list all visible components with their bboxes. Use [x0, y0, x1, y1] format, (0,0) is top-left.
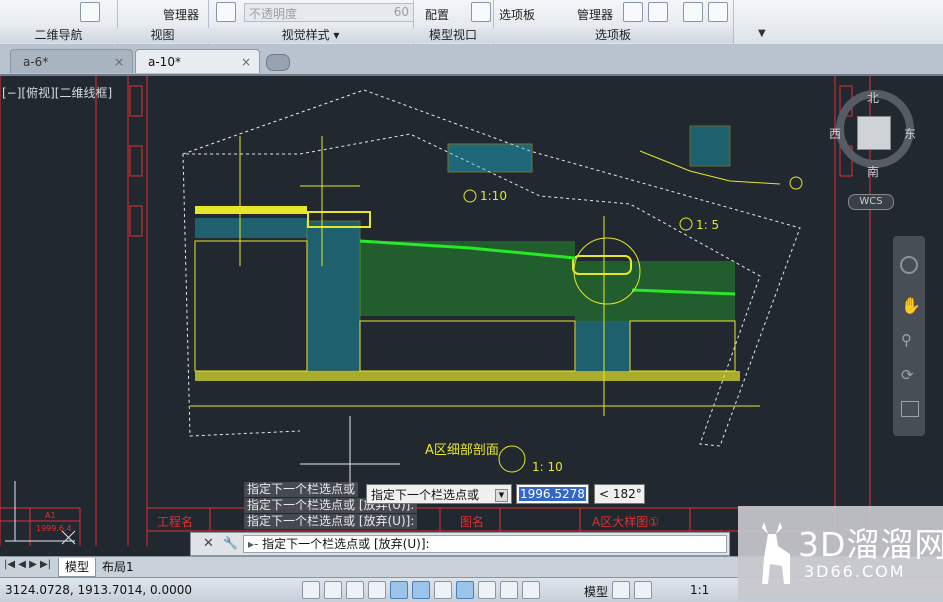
pin-icon[interactable] [683, 2, 703, 22]
viewcube-top-face[interactable] [857, 116, 891, 150]
grid-icon[interactable] [346, 581, 364, 599]
polar-icon[interactable] [390, 581, 408, 599]
opacity-slider[interactable]: 不透明度 60 [244, 3, 414, 22]
cursor-coordinates: 3124.0728, 1913.7014, 0.0000 [5, 583, 193, 597]
deer-logo-icon [762, 522, 790, 584]
snap-icon[interactable] [324, 581, 342, 599]
opacity-value: 60 [393, 5, 409, 19]
tab-label: a-6* [23, 55, 49, 69]
config-label[interactable]: 配置 [425, 6, 449, 23]
dynamic-prompt: 指定下一个栏选点或 ▼ [366, 484, 512, 504]
tab-model[interactable]: 模型 [58, 558, 97, 577]
watermark: 3D溜溜网 3D66.COM [738, 506, 943, 601]
zoom-extents-icon[interactable]: ⚲ [901, 331, 912, 349]
section-scale: 1: 10 [532, 460, 563, 474]
tab-scroll-icons[interactable]: |◀ ◀ ▶ ▶| [4, 559, 51, 570]
command-history-line: 指定下一个栏选点或 [244, 482, 359, 497]
light-icon[interactable] [708, 2, 728, 22]
tab-label: a-10* [148, 55, 181, 69]
ribbon-section-visual-style: 不透明度 60 视觉样式 ▾ [208, 0, 414, 44]
command-line: ✕ 🔧 ▸- 指定下一个栏选点或 [放弃(U)]: [190, 532, 730, 556]
quick-view-layouts-icon[interactable] [612, 581, 630, 599]
markup-icon[interactable] [648, 2, 668, 22]
tab-a-10[interactable]: a-10* × [135, 49, 260, 73]
section-structure [5, 125, 803, 545]
drawing-label: 图名 [460, 514, 484, 529]
dyn-icon[interactable] [478, 581, 496, 599]
infer-icon[interactable] [302, 581, 320, 599]
calculator-icon[interactable] [623, 2, 643, 22]
orbit-icon[interactable]: ⟳ [901, 366, 914, 384]
chevron-down-icon[interactable]: ▼ [495, 489, 508, 502]
close-icon[interactable]: × [241, 50, 251, 74]
length-input[interactable]: 1996.5278 [516, 484, 589, 504]
length-value: 1996.5278 [519, 487, 586, 501]
otrack-icon[interactable] [434, 581, 452, 599]
visual-style-title: 视觉样式 [281, 28, 330, 42]
opacity-placeholder: 不透明度 [249, 7, 298, 21]
ribbon-section-viewport: 配置 模型视口 [413, 0, 494, 44]
close-icon[interactable]: ✕ [203, 536, 214, 551]
annotation-scale[interactable]: 1:1 [690, 583, 709, 597]
compass-south[interactable]: 南 [867, 163, 879, 180]
command-prompt-icon: ▸- [248, 537, 263, 551]
wcs-menu[interactable]: WCS [848, 194, 894, 210]
osnap-icon[interactable] [412, 581, 430, 599]
dynamic-prompt-text: 指定下一个栏选点或 [371, 488, 480, 502]
title-block-date: 1999.6.4 [36, 524, 72, 533]
compass-west[interactable]: 西 [829, 125, 841, 142]
showmotion-icon[interactable] [901, 401, 919, 417]
ribbon-section-title: 选项板 [493, 28, 733, 43]
steering-wheel-icon[interactable] [900, 256, 918, 274]
model-space-toggle[interactable]: 模型 [584, 583, 608, 600]
drawing-name: A区大样图① [592, 514, 659, 529]
command-prompt-text: 指定下一个栏选点或 [放弃(U)]: [262, 537, 430, 551]
new-tab-button[interactable] [266, 54, 290, 71]
pan-icon[interactable]: ✋ [901, 296, 921, 315]
palette-label[interactable]: 选项板 [499, 6, 535, 23]
ribbon-section-title: 二维导航 [0, 28, 117, 43]
ribbon-expand-icon[interactable]: ▼ [758, 28, 766, 39]
ribbon-section-nav: 二维导航 [0, 0, 118, 44]
compass-north[interactable]: 北 [867, 89, 879, 106]
ribbon-section-title: 视图 [117, 28, 208, 43]
viewport-controls[interactable]: [−][俯视][二维线框] [2, 84, 112, 101]
ribbon-section-title[interactable]: 视觉样式 ▾ [208, 28, 413, 43]
title-block-sheet: A1 [45, 511, 56, 520]
sheet-manager-label[interactable]: 管理器 [577, 6, 613, 23]
tab-a-6[interactable]: a-6* × [10, 49, 133, 73]
zoom-icon[interactable] [80, 2, 100, 22]
watermark-title: 3D溜溜网 [798, 525, 943, 564]
close-icon[interactable]: × [114, 50, 124, 74]
ribbon-section-title: 模型视口 [413, 28, 493, 43]
command-input[interactable]: ▸- 指定下一个栏选点或 [放弃(U)]: [243, 535, 727, 553]
view-manager-label[interactable]: 管理器 [163, 6, 199, 23]
command-history-line: 指定下一个栏选点或 [放弃(U)]: [244, 514, 418, 529]
angle-input[interactable]: < 182° [594, 484, 645, 504]
ducs-icon[interactable] [456, 581, 474, 599]
quick-properties-icon[interactable] [522, 581, 540, 599]
lineweight-icon[interactable] [500, 581, 518, 599]
ortho-icon[interactable] [368, 581, 386, 599]
detail-3-scale: 1:10 [480, 189, 507, 203]
tab-layout1[interactable]: 布局1 [96, 558, 140, 576]
detail-2-scale: 1: 5 [696, 218, 719, 232]
section-title: A区细部剖面 [425, 443, 499, 458]
project-label: 工程名 [157, 514, 193, 529]
visual-style-icon[interactable] [216, 2, 236, 22]
file-tab-bar: a-6* × a-10* × [0, 44, 943, 76]
compass-east[interactable]: 东 [904, 125, 916, 142]
viewport-icon[interactable] [471, 2, 491, 22]
wrench-icon[interactable]: 🔧 [223, 536, 238, 550]
ribbon-section-palettes: 选项板 管理器 选项板 [493, 0, 734, 44]
quick-view-drawings-icon[interactable] [634, 581, 652, 599]
ribbon-section-view: 管理器 视图 [117, 0, 209, 44]
navigation-bar: ✋ ⚲ ⟳ [893, 236, 925, 436]
ribbon: 二维导航 管理器 视图 不透明度 60 视觉样式 ▾ 配置 模型视口 选项板 管… [0, 0, 943, 45]
watermark-url: 3D66.COM [804, 562, 906, 581]
